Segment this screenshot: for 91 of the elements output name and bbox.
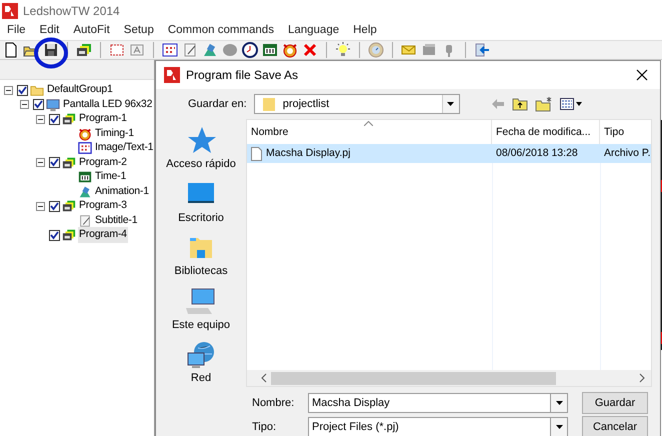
dropdown-button[interactable]	[550, 393, 568, 413]
program-icon	[62, 199, 76, 214]
folder-icon	[260, 96, 277, 112]
subtitle-icon	[78, 214, 92, 228]
file-row[interactable]: Macsha Display.pj 08/06/2018 13:28 Archivo P.	[247, 144, 651, 163]
horizontal-scrollbar[interactable]	[247, 370, 651, 386]
close-icon	[636, 69, 648, 81]
checkbox[interactable]	[33, 99, 44, 110]
place-shortcut[interactable]: Este equipo	[172, 286, 230, 333]
dialog-button[interactable]: Guardar	[582, 392, 648, 414]
highlight-circle	[33, 37, 69, 69]
time-icon	[78, 170, 92, 184]
file-type: Archivo P.	[603, 146, 651, 161]
scroll-right-icon[interactable]	[637, 373, 647, 383]
tree-item[interactable]: Timing-1	[94, 126, 135, 142]
group-icon	[30, 83, 44, 98]
collapse-icon[interactable]	[36, 202, 45, 211]
delete-icon[interactable]	[302, 42, 318, 58]
new-folder-icon[interactable]	[534, 96, 553, 112]
program-icon	[62, 228, 76, 242]
checkbox[interactable]	[17, 84, 28, 96]
note-icon[interactable]	[182, 42, 198, 58]
app-logo-icon	[164, 67, 180, 83]
file-type-dropdown[interactable]: Project Files (*.pj)	[308, 417, 550, 436]
caret-icon	[556, 425, 562, 429]
window-title: LedshowTW 2014	[23, 3, 120, 20]
scroll-left-icon[interactable]	[259, 373, 269, 383]
up-folder-icon[interactable]	[512, 97, 528, 111]
menu-item[interactable]: Help	[346, 22, 384, 40]
dropdown-button[interactable]	[550, 417, 568, 436]
file-date: 08/06/2018 13:28	[495, 146, 579, 161]
alarm-clock-icon[interactable]	[282, 42, 298, 58]
frame-icon[interactable]	[109, 42, 125, 58]
menu-item[interactable]: File	[0, 22, 33, 40]
tree-item[interactable]: Program-3	[78, 198, 128, 214]
program-icon	[62, 112, 76, 126]
collapse-icon[interactable]	[36, 114, 45, 124]
menu-item[interactable]: AutoFit	[66, 22, 117, 40]
exit-door-icon[interactable]	[474, 42, 490, 58]
image-text-icon	[78, 141, 92, 156]
timing-icon	[78, 126, 92, 141]
app-logo-icon	[2, 3, 18, 19]
shapes-icon[interactable]	[202, 42, 218, 58]
collapse-icon[interactable]	[20, 100, 29, 110]
checkbox[interactable]	[49, 200, 60, 212]
place-shortcut[interactable]: Red	[184, 339, 218, 386]
file-name-field[interactable]: Macsha Display	[308, 393, 550, 413]
grid-icon[interactable]	[162, 42, 178, 58]
digital-clock-icon[interactable]	[262, 42, 278, 58]
animation-icon	[78, 184, 92, 199]
file-type-label: Tipo:	[252, 420, 278, 435]
place-shortcut[interactable]: Bibliotecas	[174, 232, 228, 280]
card-icon[interactable]	[421, 42, 437, 58]
clock-icon[interactable]	[242, 42, 258, 58]
view-menu-icon[interactable]	[560, 98, 582, 110]
save-in-dropdown[interactable]: projectlist	[254, 94, 460, 114]
place-shortcut[interactable]: Acceso rápido	[166, 125, 236, 172]
collapse-icon[interactable]	[36, 158, 45, 168]
collapse-icon[interactable]	[4, 86, 13, 95]
checkbox[interactable]	[49, 230, 60, 241]
checkbox[interactable]	[49, 114, 60, 125]
checkbox[interactable]	[49, 157, 60, 168]
program-icon	[62, 156, 76, 170]
dialog-button[interactable]: Cancelar	[582, 416, 648, 436]
file-name: Macsha Display.pj	[266, 146, 350, 161]
place-shortcut[interactable]: Escritorio	[178, 178, 224, 226]
screen-icon	[46, 98, 60, 112]
text-frame-icon[interactable]	[129, 42, 145, 58]
menu-item[interactable]: Edit	[32, 22, 66, 40]
tree-item[interactable]: Time-1	[94, 169, 128, 186]
tree-item[interactable]: Animation-1	[94, 184, 150, 200]
dialog-title: Program file Save As	[186, 67, 298, 84]
menu-item[interactable]: Common commands	[160, 22, 281, 40]
new-file-icon[interactable]	[3, 42, 19, 58]
save-icon[interactable]	[43, 42, 59, 58]
menu-item[interactable]: Setup	[116, 22, 161, 40]
file-name-label: Nombre:	[252, 396, 296, 411]
tree-item[interactable]: Program-2	[78, 154, 128, 171]
program-icon[interactable]	[76, 42, 92, 58]
tree-item[interactable]: Program-4	[78, 227, 128, 244]
file-icon	[251, 146, 262, 160]
caret-icon	[447, 102, 454, 106]
tree-item[interactable]: Program-1	[78, 111, 128, 128]
save-in-label: Guardar en:	[188, 96, 247, 112]
light-bulb-icon[interactable]	[335, 42, 351, 58]
tree-item[interactable]: Image/Text-1	[94, 140, 154, 156]
tree-item[interactable]: Pantalla LED 96x32	[62, 96, 154, 113]
tree-item[interactable]: Subtitle-1	[94, 212, 138, 229]
menu-item[interactable]: Language	[280, 22, 346, 40]
caret-icon	[556, 401, 562, 405]
tree-item[interactable]: DefaultGroup1	[46, 82, 114, 98]
